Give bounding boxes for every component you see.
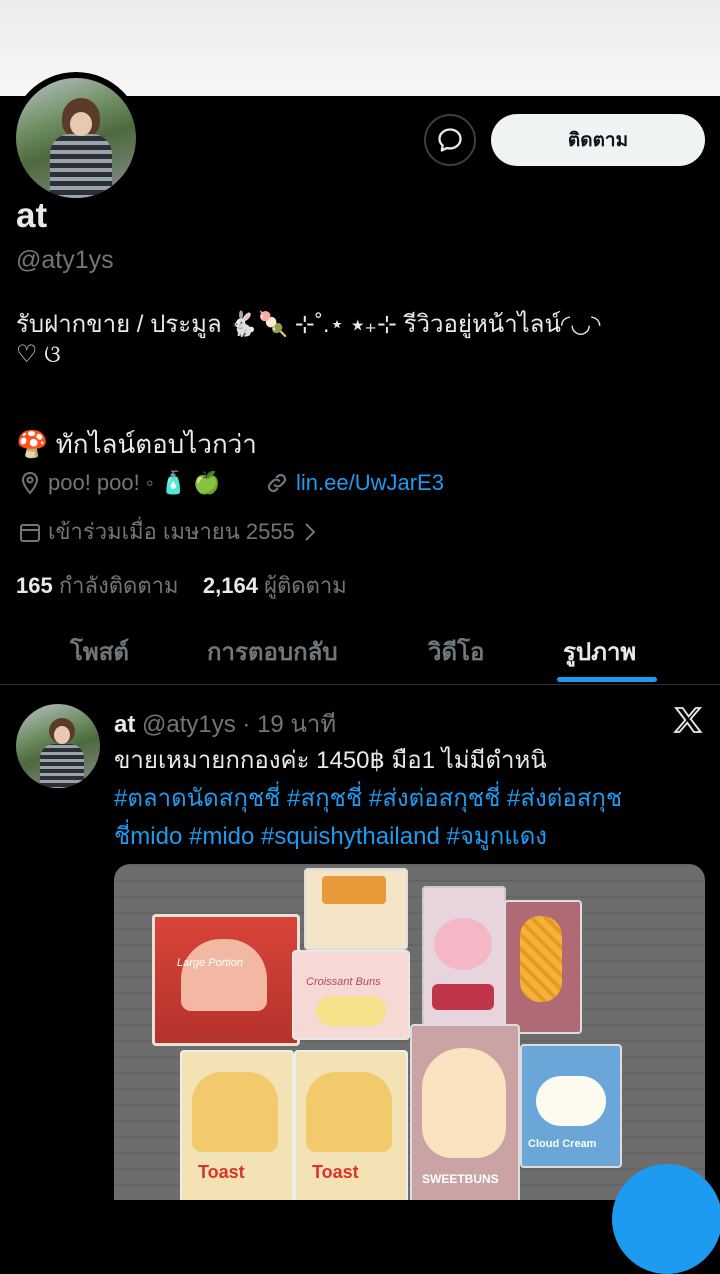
photo-label-toast-2: Toast bbox=[312, 1162, 359, 1182]
following-link[interactable]: 165 กำลังติดตาม bbox=[16, 573, 178, 598]
joined-text: เข้าร่วมเมื่อ เมษายน 2555 bbox=[48, 519, 295, 544]
photo-toast-face-2 bbox=[306, 1072, 392, 1152]
photo-item-toast-box-1: Toast bbox=[180, 1050, 294, 1200]
photo-item-cloud-cream-box: Cloud Cream bbox=[520, 1044, 622, 1168]
bio-line-2: ♡ ଓ bbox=[16, 341, 61, 368]
followers-link[interactable]: 2,164 ผู้ติดตาม bbox=[203, 573, 347, 598]
follow-button[interactable]: ติดตาม bbox=[491, 114, 705, 166]
avatar-body bbox=[50, 134, 112, 198]
following-label: กำลังติดตาม bbox=[58, 573, 179, 598]
avatar-face bbox=[70, 112, 92, 136]
hashtags-line-2[interactable]: ชี่mido #mido #squishythailand #จมูกแดง bbox=[114, 818, 710, 856]
profile-avatar[interactable] bbox=[16, 78, 136, 198]
location-text: poo! poo! ◦ 🧴 🍏 bbox=[48, 470, 221, 495]
hashtags-line-1[interactable]: #ตลาดนัดสกุชชี่ #สกุชชี่ #ส่งต่อสกุชชี่ … bbox=[114, 780, 710, 818]
photo-item-corn-box bbox=[504, 900, 582, 1034]
post-hashtags[interactable]: #ตลาดนัดสกุชชี่ #สกุชชี่ #ส่งต่อสกุชชี่ … bbox=[114, 780, 710, 856]
link-row[interactable]: lin.ee/UwJarE3 bbox=[264, 470, 444, 496]
photo-label-sweetbuns: SWEETBUNS bbox=[422, 1172, 499, 1186]
photo-pink-bun bbox=[434, 918, 492, 970]
post-avatar-face bbox=[54, 726, 70, 744]
active-tab-indicator bbox=[557, 677, 657, 682]
photo-label-toast-1: Toast bbox=[198, 1162, 245, 1182]
photo-item-sweetbuns-box: SWEETBUNS bbox=[410, 1024, 520, 1200]
photo-label-large-portion: Large Portion bbox=[177, 957, 244, 969]
x-logo-icon bbox=[673, 707, 703, 733]
photo-item-heart-box: Large Portion bbox=[152, 914, 300, 1046]
photo-item-toast-box-2: Toast bbox=[294, 1050, 408, 1200]
post-author-handle[interactable]: @aty1ys bbox=[142, 711, 236, 738]
bio-line-3: 🍄 ทักไลน์ตอบไวกว่า bbox=[16, 429, 257, 459]
photo-item-croissant-box: Croissant Buns bbox=[292, 950, 410, 1040]
tab-media[interactable]: รูปภาพ bbox=[563, 632, 636, 671]
profile-tabs: โพสต์ การตอบกลับ วิดีโอ รูปภาพ bbox=[0, 620, 720, 684]
message-button[interactable] bbox=[424, 114, 476, 166]
location-icon bbox=[21, 471, 39, 495]
calendar-icon bbox=[20, 523, 40, 542]
tab-posts[interactable]: โพสต์ bbox=[70, 632, 129, 671]
followers-label: ผู้ติดตาม bbox=[264, 573, 347, 598]
tabs-divider bbox=[0, 684, 720, 685]
photo-croissant-bun bbox=[316, 996, 386, 1026]
tab-replies[interactable]: การตอบกลับ bbox=[207, 632, 338, 671]
photo-label-croissant: Croissant Buns bbox=[306, 976, 381, 988]
joined-row[interactable]: เข้าร่วมเมื่อ เมษายน 2555 bbox=[18, 514, 319, 549]
following-count: 165 bbox=[16, 573, 53, 598]
follow-stats: 165 กำลังติดตาม 2,164 ผู้ติดตาม bbox=[16, 568, 347, 603]
post-author-name[interactable]: at bbox=[114, 711, 135, 738]
link-icon bbox=[267, 473, 287, 493]
photo-heart-window bbox=[181, 939, 267, 1011]
display-name: at bbox=[16, 196, 48, 235]
location-row: poo! poo! ◦ 🧴 🍏 bbox=[18, 470, 221, 496]
photo-cloud bbox=[536, 1076, 606, 1126]
post-photo[interactable]: Large Portion Croissant Buns Toast Toast… bbox=[114, 864, 705, 1200]
compose-fab-icon[interactable] bbox=[612, 1164, 720, 1274]
photo-pink-label bbox=[432, 984, 494, 1010]
tab-videos[interactable]: วิดีโอ bbox=[428, 632, 484, 671]
profile-handle: @aty1ys bbox=[16, 246, 114, 274]
photo-item-pink-bun-box bbox=[422, 886, 506, 1026]
followers-count: 2,164 bbox=[202, 573, 258, 598]
profile-link[interactable]: lin.ee/UwJarE3 bbox=[296, 470, 444, 496]
post-avatar-body bbox=[40, 744, 84, 788]
bio-line-1: รับฝากขาย / ประมูล 🐇🍡 ⊹˚.⋆ ⭑₊⊹ รีวิวอยู่… bbox=[16, 311, 601, 338]
photo-toast-face-1 bbox=[192, 1072, 278, 1152]
chevron-right-icon bbox=[305, 522, 316, 541]
message-icon bbox=[438, 128, 462, 152]
post-header: at @aty1ys · 19 นาที bbox=[114, 704, 336, 743]
post-time[interactable]: · 19 นาที bbox=[242, 711, 336, 738]
photo-item-bread-box bbox=[304, 868, 408, 950]
post-avatar[interactable] bbox=[16, 704, 100, 788]
photo-corn bbox=[520, 916, 562, 1002]
post-text: ขายเหมายกกองค่ะ 1450฿ มือ1 ไม่มีตำหนิ bbox=[114, 747, 547, 774]
photo-bread-label bbox=[322, 876, 386, 904]
photo-sweetbun-dog bbox=[422, 1048, 506, 1158]
photo-label-cloud-cream: Cloud Cream bbox=[528, 1138, 597, 1150]
